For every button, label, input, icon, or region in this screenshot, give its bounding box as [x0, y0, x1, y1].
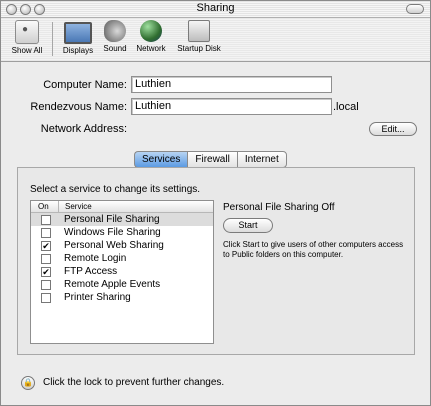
services-list-header: On Service — [31, 201, 213, 213]
window-title: Sharing — [196, 2, 235, 14]
toolbar-network[interactable]: Network — [133, 20, 169, 53]
service-row[interactable]: ✔ Personal Web Sharing — [31, 239, 213, 252]
network-icon — [140, 20, 162, 42]
service-label: FTP Access — [64, 266, 118, 277]
service-label: Windows File Sharing — [64, 227, 161, 238]
service-status: Personal File Sharing Off — [223, 202, 335, 213]
service-row[interactable]: Windows File Sharing — [31, 226, 213, 239]
edit-button[interactable]: Edit... — [369, 122, 417, 136]
service-checkbox[interactable]: ✔ — [41, 267, 51, 277]
service-row[interactable]: Printer Sharing — [31, 291, 213, 304]
content-area: Computer Name: Luthien Rendezvous Name: … — [1, 62, 430, 405]
computer-name-field[interactable]: Luthien — [131, 76, 332, 93]
service-row[interactable]: Remote Login — [31, 252, 213, 265]
sound-icon — [104, 20, 126, 42]
lock-text: Click the lock to prevent further change… — [43, 377, 225, 388]
services-list[interactable]: On Service Personal File Sharing Windows … — [30, 200, 214, 344]
service-checkbox[interactable] — [41, 254, 51, 264]
toolbar-startup-disk[interactable]: Startup Disk — [173, 20, 225, 53]
tab-services[interactable]: Services — [134, 151, 188, 168]
service-row[interactable]: Remote Apple Events — [31, 278, 213, 291]
startup-disk-icon — [188, 20, 210, 42]
displays-icon — [64, 22, 92, 44]
tab-firewall[interactable]: Firewall — [187, 151, 237, 168]
service-label: Printer Sharing — [64, 292, 131, 303]
rendezvous-name-label: Rendezvous Name: — [30, 101, 127, 113]
service-label: Remote Apple Events — [64, 279, 161, 290]
tab-internet[interactable]: Internet — [236, 151, 287, 168]
tab-bar: Services Firewall Internet — [134, 151, 287, 168]
start-button[interactable]: Start — [223, 218, 273, 233]
service-label: Personal File Sharing — [64, 214, 160, 225]
network-address-label: Network Address: — [40, 123, 127, 135]
service-checkbox[interactable]: ✔ — [41, 241, 51, 251]
services-instruction: Select a service to change its settings. — [30, 184, 201, 195]
lock-icon[interactable]: 🔒 — [21, 376, 35, 390]
service-description: Click Start to give users of other compu… — [223, 240, 404, 259]
service-row[interactable]: Personal File Sharing — [31, 213, 213, 226]
rendezvous-name-field[interactable]: Luthien — [131, 98, 332, 115]
toolbar-separator — [52, 22, 53, 56]
service-row[interactable]: ✔ FTP Access — [31, 265, 213, 278]
toolbar-displays[interactable]: Displays — [60, 20, 96, 55]
toolbar-toggle-button[interactable] — [406, 4, 424, 14]
sharing-window: Sharing Show All Displays Sound Network … — [0, 0, 431, 406]
rendezvous-suffix: .local — [333, 101, 359, 113]
title-bar: Sharing — [1, 1, 430, 18]
show-all-icon — [15, 20, 39, 44]
service-checkbox[interactable] — [41, 280, 51, 290]
services-panel: Select a service to change its settings.… — [17, 167, 415, 355]
service-checkbox[interactable] — [41, 293, 51, 303]
service-checkbox[interactable] — [41, 228, 51, 238]
column-header-on[interactable]: On — [38, 201, 49, 212]
toolbar: Show All Displays Sound Network Startup … — [1, 18, 430, 62]
services-rows: Personal File Sharing Windows File Sharin… — [31, 213, 213, 304]
computer-name-label: Computer Name: — [43, 79, 127, 91]
service-checkbox[interactable] — [41, 215, 51, 225]
column-header-service[interactable]: Service — [58, 201, 92, 212]
toolbar-sound[interactable]: Sound — [100, 20, 130, 53]
toolbar-show-all[interactable]: Show All — [7, 20, 47, 55]
service-label: Personal Web Sharing — [64, 240, 164, 251]
service-label: Remote Login — [64, 253, 127, 264]
